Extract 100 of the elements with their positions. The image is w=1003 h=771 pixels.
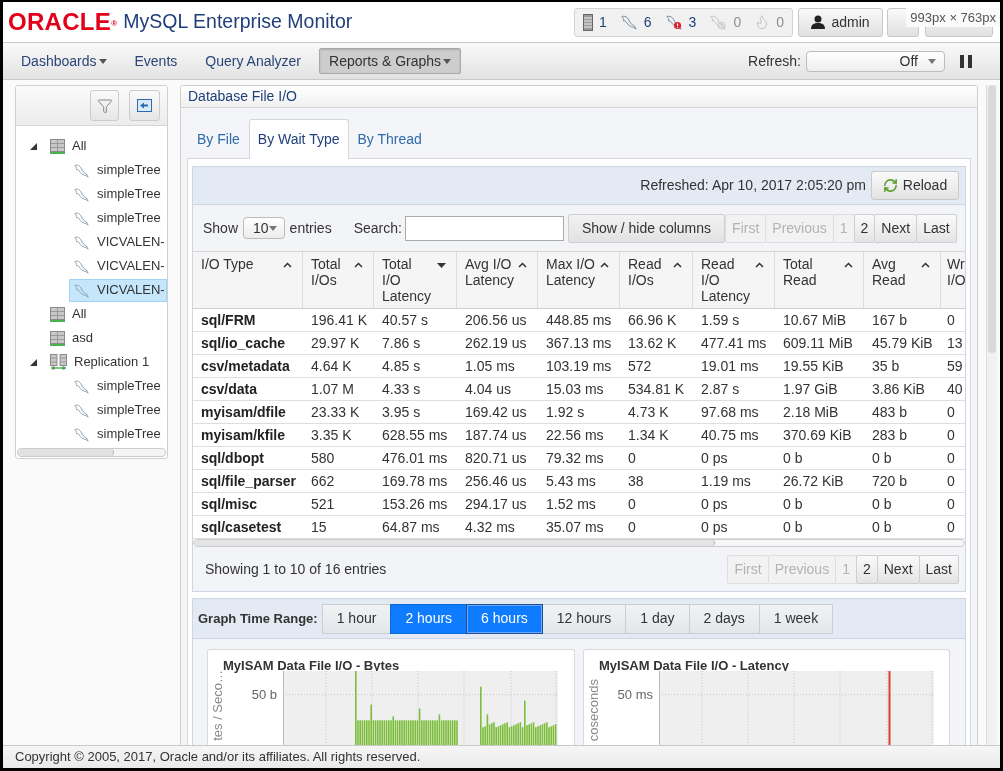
table-cell-text: csv/data bbox=[200, 379, 259, 399]
table-cell-text: 477.41 ms bbox=[700, 333, 768, 353]
table-cell-text: 720 b bbox=[871, 471, 909, 491]
table-cell-text: 187.74 us bbox=[464, 425, 528, 445]
table-cell-text: 1.59 s bbox=[700, 310, 741, 330]
table-cell-text: 66.96 K bbox=[627, 310, 678, 330]
entries-info: Showing 1 to 10 of 16 entries bbox=[205, 559, 387, 579]
table-cell-text: 206.56 us bbox=[464, 310, 528, 330]
table-cell-text: 2.87 s bbox=[700, 379, 741, 399]
table-cell-text: 283 b bbox=[871, 425, 909, 445]
table-cell-text: 40 bbox=[946, 379, 964, 399]
table-cell-text: 1.52 ms bbox=[545, 494, 597, 514]
table-cell-text: 103.19 ms bbox=[545, 356, 613, 376]
app-title: MySQL Enterprise Monitor bbox=[123, 9, 353, 35]
table-cell-text: sql/misc bbox=[200, 494, 259, 514]
table-cell-text: 59 bbox=[946, 356, 964, 376]
table-cell-text: 5.43 ms bbox=[545, 471, 597, 491]
table-cell-text: 448.85 ms bbox=[545, 310, 613, 330]
table-cell-text: 40.75 ms bbox=[700, 425, 760, 445]
axis-tick-label: 50 b bbox=[251, 687, 277, 703]
table-cell-text: 0 b bbox=[782, 448, 804, 468]
panel-title: Database File I/O bbox=[188, 87, 297, 106]
table-cell-text: sql/io_cache bbox=[200, 333, 287, 353]
entries-label: entries bbox=[289, 218, 332, 238]
table-cell-text: 0 bbox=[627, 517, 637, 537]
table-cell-text: sql/FRM bbox=[200, 310, 257, 330]
table-cell-text: 370.69 KiB bbox=[782, 425, 853, 445]
table-cell-text: 0 bbox=[946, 402, 956, 422]
window-size-overlay: 993px × 763px bbox=[906, 8, 1000, 27]
table-cell-text: 262.19 us bbox=[464, 333, 528, 353]
table-cell-text: 3.35 K bbox=[310, 425, 353, 445]
table-cell-text: 3.86 KiB bbox=[871, 379, 926, 399]
table-cell-text: 0 bbox=[946, 494, 956, 514]
axis-tick-label: 50 ms bbox=[617, 687, 653, 703]
chart-title: MyISAM Data File I/O - Bytes bbox=[223, 658, 400, 673]
table-cell-text: 15 bbox=[310, 517, 328, 537]
table-cell-text: 97.68 ms bbox=[700, 402, 760, 422]
table-cell-text: myisam/kfile bbox=[200, 425, 287, 445]
table-cell-text: 35.07 ms bbox=[545, 517, 605, 537]
table-cell-text: sql/casetest bbox=[200, 517, 283, 537]
table-cell-text: 15.03 ms bbox=[545, 379, 605, 399]
axis-title: tes / Seco… bbox=[211, 670, 225, 741]
table-cell-text: 4.32 ms bbox=[464, 517, 516, 537]
table-cell-text: 4.64 K bbox=[310, 356, 353, 376]
table-cell-text: 1.34 K bbox=[627, 425, 670, 445]
table-cell-text: 0 ps bbox=[700, 448, 729, 468]
table-cell-text: 196.41 K bbox=[310, 310, 369, 330]
table-cell-text: 0 bbox=[946, 471, 956, 491]
table-cell-text: 22.56 ms bbox=[545, 425, 605, 445]
table-cell-text: 19.55 KiB bbox=[782, 356, 845, 376]
table-cell-text: 4.04 us bbox=[464, 379, 512, 399]
table-cell-text: 4.73 K bbox=[627, 402, 670, 422]
time-range-label: Graph Time Range: bbox=[198, 609, 318, 628]
table-cell-text: 0 b bbox=[871, 517, 893, 537]
table-cell-text: 580 bbox=[310, 448, 336, 468]
table-cell-text: 26.72 KiB bbox=[782, 471, 845, 491]
table-cell-text: csv/metadata bbox=[200, 356, 291, 376]
table-cell-text: 1.05 ms bbox=[464, 356, 516, 376]
table-cell-text: 476.01 ms bbox=[381, 448, 449, 468]
table-cell-text: 0 bbox=[946, 448, 956, 468]
table-cell-text: 0 b bbox=[782, 494, 804, 514]
table-cell-text: 0 b bbox=[782, 517, 804, 537]
table-cell-text: 0 ps bbox=[700, 494, 729, 514]
table-cell-text: 367.13 ms bbox=[545, 333, 613, 353]
copyright-text: Copyright © 2005, 2017, Oracle and/or its affiliates. All rights reserved. bbox=[15, 748, 421, 767]
table-cell-text: 628.55 ms bbox=[381, 425, 449, 445]
refresh-label: Refresh: bbox=[748, 51, 801, 71]
table-cell-text: sql/file_parser bbox=[200, 471, 297, 491]
chart-title: MyISAM Data File I/O - Latency bbox=[599, 658, 789, 673]
table-cell-text: 2.18 MiB bbox=[782, 402, 840, 422]
table-cell-text: sql/dbopt bbox=[200, 448, 265, 468]
table-cell-text: 35 b bbox=[871, 356, 901, 376]
table-cell-text: 609.11 MiB bbox=[782, 333, 854, 353]
table-cell-text: 0 ps bbox=[700, 517, 729, 537]
table-cell-text: 483 b bbox=[871, 402, 909, 422]
search-label: Search: bbox=[353, 218, 402, 238]
table-cell-text: 0 b bbox=[871, 494, 893, 514]
table-cell-text: 169.42 us bbox=[464, 402, 528, 422]
table-cell-text: 1.07 M bbox=[310, 379, 355, 399]
table-cell-text: 64.87 ms bbox=[381, 517, 441, 537]
table-cell-text: 79.32 ms bbox=[545, 448, 605, 468]
table-cell-text: myisam/dfile bbox=[200, 402, 287, 422]
table-cell-text: 294.17 us bbox=[464, 494, 528, 514]
table-cell-text: 13 bbox=[946, 333, 964, 353]
table-cell-text: 0 bbox=[946, 425, 956, 445]
table-cell-text: 167 b bbox=[871, 310, 909, 330]
table-cell-text: 0 bbox=[627, 494, 637, 514]
table-cell-text: 4.85 s bbox=[381, 356, 422, 376]
table-cell-text: 521 bbox=[310, 494, 336, 514]
oracle-logo: ORACLE$^{®}$ bbox=[8, 10, 118, 34]
entries-label: Show bbox=[203, 218, 239, 238]
table-cell-text: 153.26 ms bbox=[381, 494, 449, 514]
table-cell-text: 0 bbox=[946, 517, 956, 537]
table-cell-text: 45.79 KiB bbox=[871, 333, 934, 353]
table-cell-text: 40.57 s bbox=[381, 310, 429, 330]
table-cell-text: 1.19 ms bbox=[700, 471, 752, 491]
table-cell-text: 169.78 ms bbox=[381, 471, 449, 491]
table-cell-text: 820.71 us bbox=[464, 448, 528, 468]
table-cell-text: 0 b bbox=[871, 448, 893, 468]
table-cell-text: 662 bbox=[310, 471, 336, 491]
